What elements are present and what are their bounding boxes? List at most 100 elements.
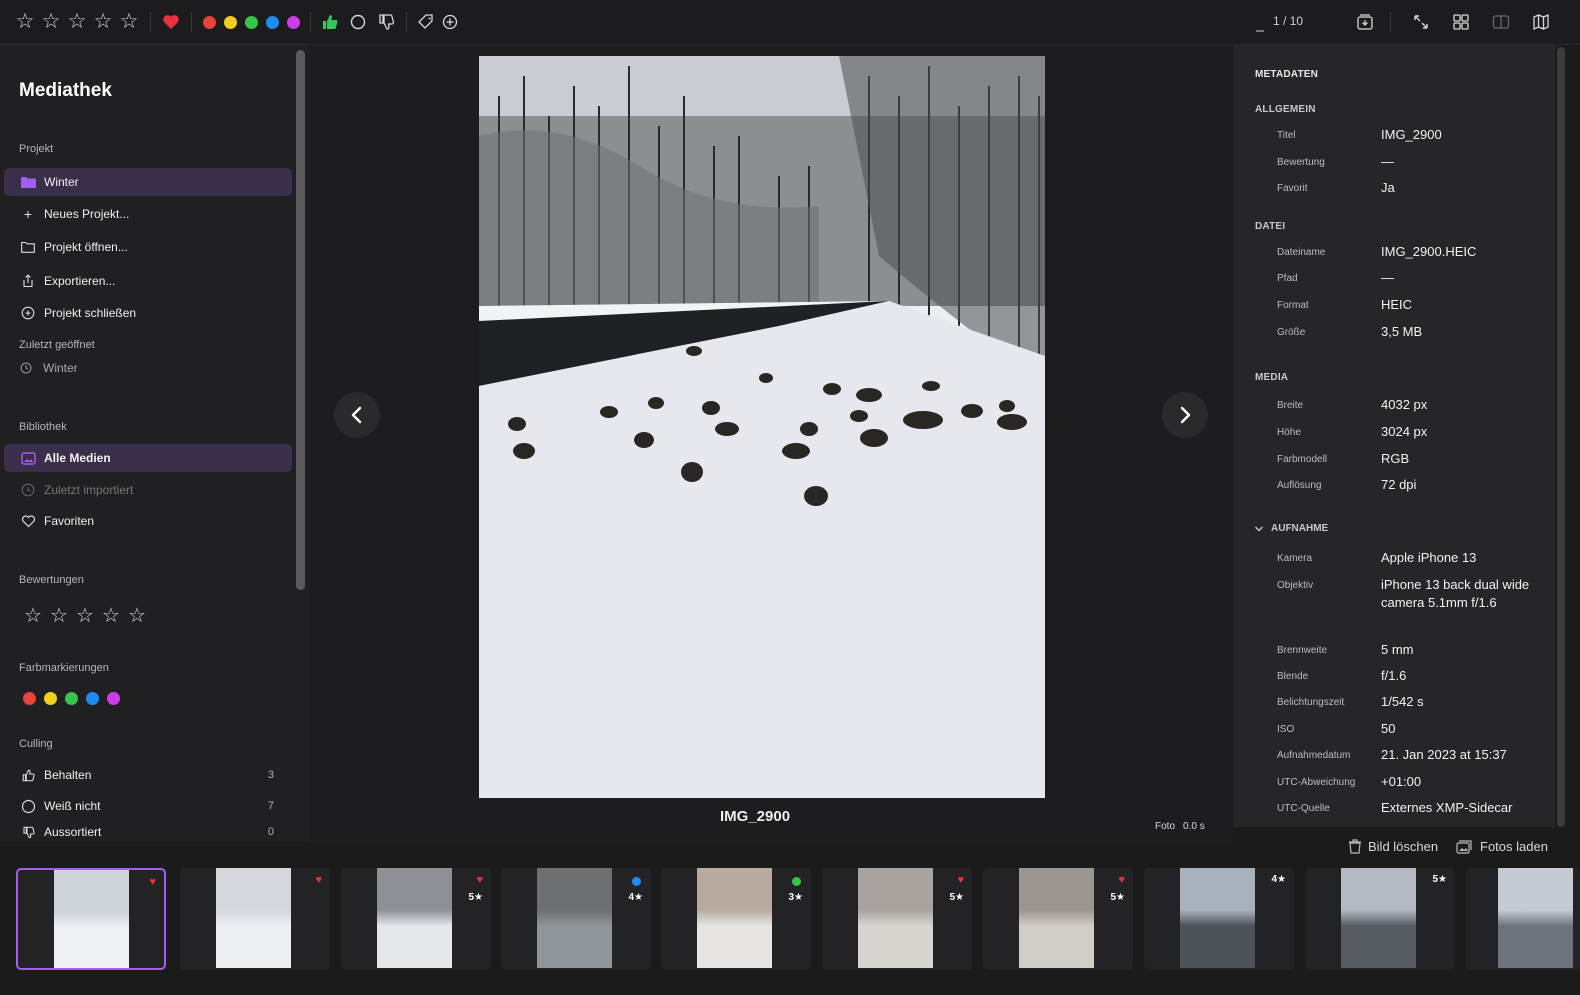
color-filter-red[interactable] (23, 692, 36, 705)
color-filter-yellow[interactable] (44, 692, 57, 705)
count-badge: 7 (267, 800, 274, 812)
section-label-colors: Farbmarkierungen (19, 662, 109, 674)
thumbnail-image (697, 868, 772, 968)
filmstrip-thumbnail[interactable]: ♥ 5★ (822, 868, 972, 970)
meta-value: 4032 px (1381, 397, 1428, 412)
section-label-ratings: Bewertungen (19, 574, 84, 586)
filmstrip-thumbnail[interactable]: 3★ (661, 868, 811, 970)
thumbnail-image (216, 868, 291, 968)
sidebar-item-label: Projekt schließen (44, 306, 137, 320)
sidebar-item-label: Winter (44, 175, 79, 189)
rating-star-5-icon[interactable]: ☆ (118, 11, 140, 33)
previous-image-button[interactable] (334, 392, 380, 438)
sidebar-item-recently-imported[interactable]: Zuletzt importiert (4, 476, 292, 504)
compare-view-icon[interactable] (1490, 11, 1512, 33)
chevron-down-icon (1255, 526, 1263, 531)
filmstrip-thumbnail[interactable]: ♥ 5★ (983, 868, 1133, 970)
color-filter-green[interactable] (65, 692, 78, 705)
meta-key: UTC-Abweichung (1277, 777, 1356, 788)
rating-star-2-icon[interactable]: ☆ (40, 11, 62, 33)
sidebar-item-close-project[interactable]: Projekt schließen (4, 299, 292, 327)
rating-star-1-icon[interactable]: ☆ (14, 11, 36, 33)
map-icon[interactable] (1530, 11, 1552, 33)
sidebar-item-favorites[interactable]: Favoriten (4, 507, 292, 535)
meta-value: RGB (1381, 451, 1410, 466)
photo-info: Foto 0.0 s (1155, 821, 1205, 832)
toolbar: ☆ ☆ ☆ ☆ ☆ 1 / 10 (0, 0, 1580, 45)
color-blue-button[interactable] (264, 11, 280, 33)
main-photo[interactable] (479, 56, 1045, 798)
color-green-button[interactable] (243, 11, 259, 33)
load-label: Fotos laden (1480, 839, 1548, 854)
rating-star-4-icon[interactable]: ☆ (92, 11, 114, 33)
sidebar-item-rejected[interactable]: Aussortiert 0 (4, 823, 292, 841)
sidebar-item-keep[interactable]: Behalten 3 (4, 761, 292, 789)
color-label-dot (632, 877, 641, 886)
add-tag-icon[interactable] (440, 11, 460, 33)
color-purple-button[interactable] (285, 11, 301, 33)
delete-label: Bild löschen (1368, 839, 1439, 854)
rating-filter-star-3-icon[interactable]: ☆ (74, 603, 96, 628)
sidebar-item-export[interactable]: Exportieren... (4, 267, 292, 295)
count-badge: 3 (267, 769, 274, 781)
fullscreen-icon[interactable] (1410, 11, 1432, 33)
thumbs-up-icon[interactable] (320, 11, 340, 33)
grid-view-icon[interactable] (1450, 11, 1472, 33)
section-label-culling: Culling (19, 738, 53, 750)
color-red-button[interactable] (201, 11, 217, 33)
color-yellow-button[interactable] (222, 11, 238, 33)
meta-value: — (1381, 270, 1394, 285)
rating-filter-star-5-icon[interactable]: ☆ (126, 603, 148, 628)
count-badge: 0 (267, 826, 274, 838)
sidebar-item-project-winter[interactable]: Winter (4, 168, 292, 196)
meta-value: Externes XMP-Sidecar (1381, 800, 1513, 815)
metadata-scrollbar[interactable] (1556, 45, 1580, 827)
section-capture-toggle[interactable]: AUFNAHME (1254, 523, 1328, 534)
rating-filter: ☆ ☆ ☆ ☆ ☆ (22, 603, 148, 628)
thumbnail-image (858, 868, 933, 968)
undecided-circle-icon[interactable] (348, 11, 368, 33)
rating-filter-star-2-icon[interactable]: ☆ (48, 603, 70, 628)
section-capture: AUFNAHME (1271, 523, 1329, 534)
rating-star-3-icon[interactable]: ☆ (66, 11, 88, 33)
favorite-heart-icon[interactable] (161, 11, 181, 33)
section-file: DATEI (1255, 221, 1286, 232)
thumbnail-image (1341, 868, 1416, 968)
recent-item-winter[interactable]: Winter (20, 361, 78, 375)
sidebar-scrollbar[interactable] (296, 50, 305, 590)
import-icon[interactable] (1354, 11, 1376, 33)
color-filter-blue[interactable] (86, 692, 99, 705)
sidebar-item-new-project[interactable]: + Neues Projekt... (4, 200, 292, 228)
tag-icon[interactable] (416, 11, 436, 33)
rating-filter-star-4-icon[interactable]: ☆ (100, 603, 122, 628)
meta-key: Breite (1277, 400, 1304, 411)
section-media: MEDIA (1255, 372, 1289, 383)
filmstrip-thumbnail[interactable]: 5★ (1305, 868, 1455, 970)
thumbs-down-icon[interactable] (376, 11, 396, 33)
filmstrip-thumbnail[interactable]: ♥ 5★ (341, 868, 491, 970)
filmstrip-thumbnail[interactable]: 4★ (501, 868, 651, 970)
rating-filter-star-1-icon[interactable]: ☆ (22, 603, 44, 628)
meta-key: Belichtungszeit (1277, 697, 1345, 708)
sidebar-item-label: Aussortiert (44, 825, 102, 839)
meta-value: 5 mm (1381, 642, 1414, 657)
delete-image-button[interactable]: Bild löschen (1348, 839, 1438, 854)
filmstrip-thumbnail[interactable] (1466, 868, 1580, 970)
filmstrip-thumbnail[interactable]: 4★ (1144, 868, 1294, 970)
load-photos-button[interactable]: Fotos laden (1456, 839, 1548, 854)
meta-key: Favorit (1277, 183, 1308, 194)
filmstrip-thumbnail[interactable]: ♥ (16, 868, 166, 970)
color-filter-purple[interactable] (107, 692, 120, 705)
next-image-button[interactable] (1162, 392, 1208, 438)
section-label-library: Bibliothek (19, 421, 67, 433)
filmstrip-thumbnail[interactable]: ♥ (180, 868, 330, 970)
sidebar-item-open-project[interactable]: Projekt öffnen... (4, 233, 292, 261)
meta-key: Pfad (1277, 273, 1298, 284)
meta-key: Höhe (1277, 427, 1301, 438)
thumbs-up-icon (20, 767, 36, 783)
meta-value: IMG_2900.HEIC (1381, 244, 1477, 259)
sidebar-item-unsure[interactable]: Weiß nicht 7 (4, 792, 292, 820)
sidebar-item-all-media[interactable]: Alle Medien (4, 444, 292, 472)
rating-badge: 4★ (628, 892, 643, 903)
meta-key: Dateiname (1277, 247, 1326, 258)
